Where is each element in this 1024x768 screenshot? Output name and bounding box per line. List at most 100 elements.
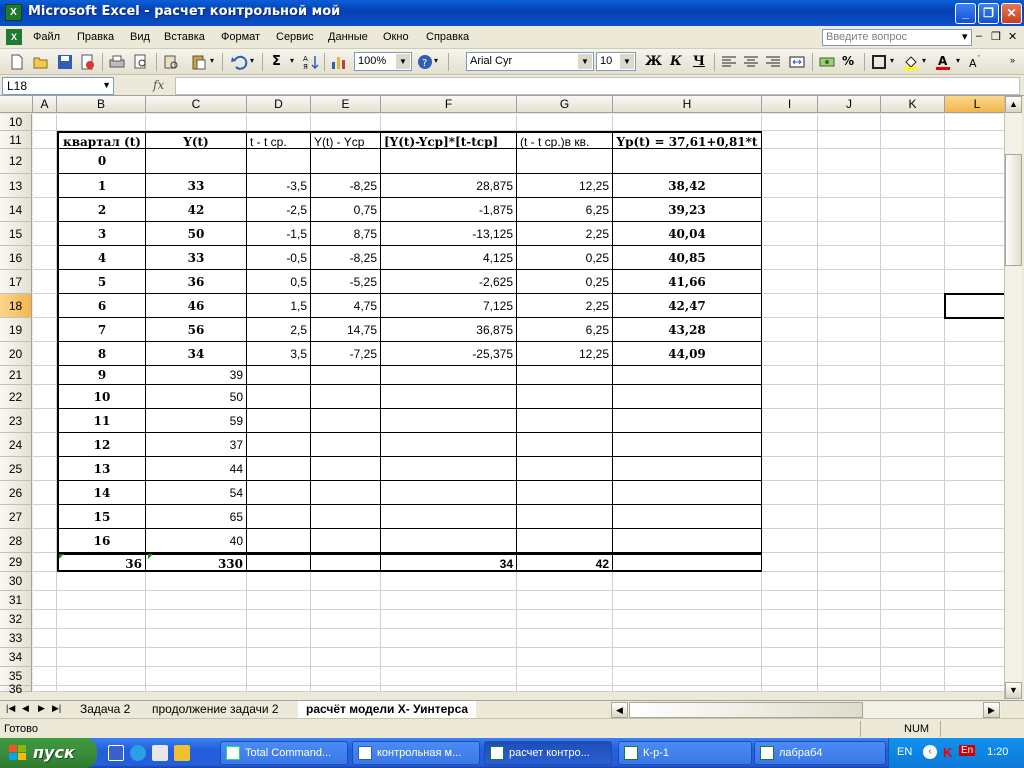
cell-h12[interactable] <box>613 149 762 174</box>
cell-d30[interactable] <box>247 572 311 591</box>
cell-a31[interactable] <box>33 591 57 610</box>
cell-l23[interactable] <box>945 409 1010 433</box>
antivirus-icon[interactable]: K <box>943 745 952 760</box>
active-cell-l18[interactable] <box>944 293 1011 319</box>
cell-a18[interactable] <box>33 294 57 318</box>
formula-input[interactable] <box>175 77 1020 95</box>
cell-l33[interactable] <box>945 629 1010 648</box>
paste-icon[interactable] <box>190 53 208 71</box>
cell-a10[interactable] <box>33 114 57 131</box>
cell-a17[interactable] <box>33 270 57 294</box>
cell-g14[interactable]: 6,25 <box>517 198 613 222</box>
cell-e25[interactable] <box>311 457 381 481</box>
cell-j25[interactable] <box>818 457 881 481</box>
cell-d20[interactable]: 3,5 <box>247 342 311 366</box>
cell-h33[interactable] <box>613 629 762 648</box>
cell-k30[interactable] <box>881 572 945 591</box>
cell-i36[interactable] <box>762 686 818 692</box>
cell-l24[interactable] <box>945 433 1010 457</box>
cell-j16[interactable] <box>818 246 881 270</box>
cell-c27[interactable]: 65 <box>146 505 247 529</box>
cell-h30[interactable] <box>613 572 762 591</box>
cell-k19[interactable] <box>881 318 945 342</box>
cell-e31[interactable] <box>311 591 381 610</box>
cell-h34[interactable] <box>613 648 762 667</box>
cell-h24[interactable] <box>613 433 762 457</box>
cell-f29[interactable]: 34 <box>381 553 517 572</box>
cell-i12[interactable] <box>762 149 818 174</box>
cell-b30[interactable] <box>57 572 146 591</box>
cell-j26[interactable] <box>818 481 881 505</box>
cell-j21[interactable] <box>818 366 881 385</box>
cell-e30[interactable] <box>311 572 381 591</box>
cell-f33[interactable] <box>381 629 517 648</box>
cell-i34[interactable] <box>762 648 818 667</box>
cell-j14[interactable] <box>818 198 881 222</box>
cell-f13[interactable]: 28,875 <box>381 174 517 198</box>
chevron-down-icon[interactable]: ▾ <box>434 56 438 65</box>
cell-g11[interactable]: (t - t ср.)в кв. <box>517 131 613 149</box>
merge-center-icon[interactable] <box>788 53 806 71</box>
cell-e13[interactable]: -8,25 <box>311 174 381 198</box>
cell-f35[interactable] <box>381 667 517 686</box>
cell-g16[interactable]: 0,25 <box>517 246 613 270</box>
cell-b23[interactable]: 11 <box>57 409 146 433</box>
undo-icon[interactable] <box>230 53 248 71</box>
cell-d26[interactable] <box>247 481 311 505</box>
cell-j20[interactable] <box>818 342 881 366</box>
cell-a16[interactable] <box>33 246 57 270</box>
cell-k10[interactable] <box>881 114 945 131</box>
cell-g30[interactable] <box>517 572 613 591</box>
save-quicklaunch-icon[interactable] <box>108 745 124 761</box>
cell-e15[interactable]: 8,75 <box>311 222 381 246</box>
cell-e12[interactable] <box>311 149 381 174</box>
cell-j34[interactable] <box>818 648 881 667</box>
cell-l29[interactable] <box>945 553 1010 572</box>
cell-h15[interactable]: 40,04 <box>613 222 762 246</box>
cell-h19[interactable]: 43,28 <box>613 318 762 342</box>
cell-d23[interactable] <box>247 409 311 433</box>
cell-k31[interactable] <box>881 591 945 610</box>
scroll-thumb[interactable] <box>1005 154 1022 266</box>
new-icon[interactable] <box>8 53 26 71</box>
column-header-e[interactable]: E <box>311 96 381 113</box>
cell-d22[interactable] <box>247 385 311 409</box>
cell-b13[interactable]: 1 <box>57 174 146 198</box>
cell-j15[interactable] <box>818 222 881 246</box>
cell-j31[interactable] <box>818 591 881 610</box>
cell-h16[interactable]: 40,85 <box>613 246 762 270</box>
row-header-36[interactable]: 36 <box>0 683 32 695</box>
cell-b20[interactable]: 8 <box>57 342 146 366</box>
cell-e19[interactable]: 14,75 <box>311 318 381 342</box>
cell-c22[interactable]: 50 <box>146 385 247 409</box>
cell-b35[interactable] <box>57 667 146 686</box>
cell-k28[interactable] <box>881 529 945 553</box>
cell-l19[interactable] <box>945 318 1010 342</box>
column-header-l[interactable]: L <box>945 96 1010 113</box>
cell-b14[interactable]: 2 <box>57 198 146 222</box>
doc-minimize-button[interactable]: – <box>976 30 982 42</box>
column-header-h[interactable]: H <box>613 96 762 113</box>
cell-e27[interactable] <box>311 505 381 529</box>
cell-h10[interactable] <box>613 114 762 131</box>
cell-e22[interactable] <box>311 385 381 409</box>
cell-l31[interactable] <box>945 591 1010 610</box>
cell-a19[interactable] <box>33 318 57 342</box>
cell-d12[interactable] <box>247 149 311 174</box>
cell-k14[interactable] <box>881 198 945 222</box>
cell-k23[interactable] <box>881 409 945 433</box>
cell-l34[interactable] <box>945 648 1010 667</box>
align-right-icon[interactable] <box>764 53 782 71</box>
cell-e21[interactable] <box>311 366 381 385</box>
cell-h23[interactable] <box>613 409 762 433</box>
cell-b18[interactable]: 6 <box>57 294 146 318</box>
cell-d31[interactable] <box>247 591 311 610</box>
row-header-15[interactable]: 15 <box>0 222 32 246</box>
cell-f16[interactable]: 4,125 <box>381 246 517 270</box>
chart-wizard-icon[interactable] <box>330 53 348 71</box>
cell-a21[interactable] <box>33 366 57 385</box>
cell-b10[interactable] <box>57 114 146 131</box>
cell-k18[interactable] <box>881 294 945 318</box>
cell-e36[interactable] <box>311 686 381 692</box>
chevron-down-icon[interactable]: ▾ <box>922 56 926 65</box>
